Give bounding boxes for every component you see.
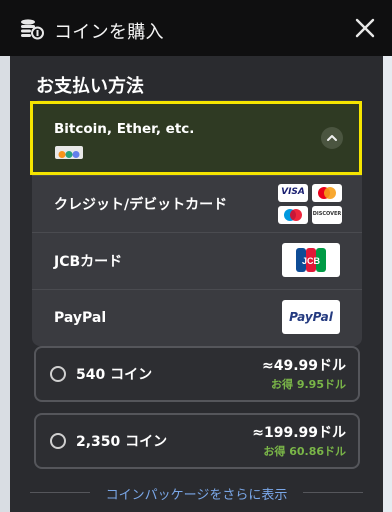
radio-button[interactable] [50,433,66,449]
payment-method-paypal[interactable]: PayPal PayPal [32,289,362,346]
discover-logo: DISCOVER [312,206,342,224]
visa-logo: VISA [278,184,308,202]
maestro-icon [284,209,302,221]
payment-method-crypto[interactable]: Bitcoin, Ether, etc. [30,101,362,175]
modal-header: コインを購入 [0,0,392,56]
method-label: PayPal [54,310,107,326]
coins-cart-icon [21,19,44,40]
jcb-text: JCB [302,256,321,266]
payment-method-jcb[interactable]: JCBカード JCB [32,232,362,289]
coin-amount: 2,350 コイン [76,434,168,450]
payment-method-credit-card[interactable]: クレジット/デビットカード VISA DISCOVER [32,175,362,232]
maestro-logo [278,206,308,224]
jcb-icon: JCB [296,248,326,272]
method-label: クレジット/デビットカード [54,197,228,213]
paypal-text: PayPal [289,310,333,324]
coin-amount: 540 コイン [76,367,153,383]
visa-text: VISA [281,187,305,197]
coin-price: ≈49.99ドル [261,358,346,374]
paypal-logo: PayPal [282,300,340,334]
background-page-edge-right [383,0,392,512]
crypto-label: Bitcoin, Ether, etc. [54,121,195,137]
discover-text: DISCOVER [312,211,342,217]
divider-right [303,492,363,493]
coin-saving: お得 9.95ドル [271,378,346,391]
more-packages: コインパッケージをさらに表示 [10,482,383,503]
jcb-logo: JCB [282,243,340,277]
chevron-up-icon[interactable] [321,127,343,149]
radio-button[interactable] [50,366,66,382]
crypto-coins-icon [55,146,83,159]
coin-saving: お得 60.86ドル [263,445,346,458]
payment-method-heading: お支払い方法 [36,76,144,97]
modal-title: コインを購入 [54,22,164,43]
purchase-panel: お支払い方法 クレジット/デビットカード VISA DISCOVER JCBカー… [10,56,383,512]
coin-option-2350[interactable]: 2,350 コイン ≈199.99ドル お得 60.86ドル [34,413,360,469]
mastercard-icon [318,187,336,199]
method-label: JCBカード [54,254,123,270]
close-icon[interactable] [354,17,376,39]
more-packages-link[interactable]: コインパッケージをさらに表示 [10,484,383,503]
coin-option-540[interactable]: 540 コイン ≈49.99ドル お得 9.95ドル [34,346,360,402]
mastercard-logo [312,184,342,202]
background-page-edge [0,0,10,512]
coin-price: ≈199.99ドル [252,425,346,441]
